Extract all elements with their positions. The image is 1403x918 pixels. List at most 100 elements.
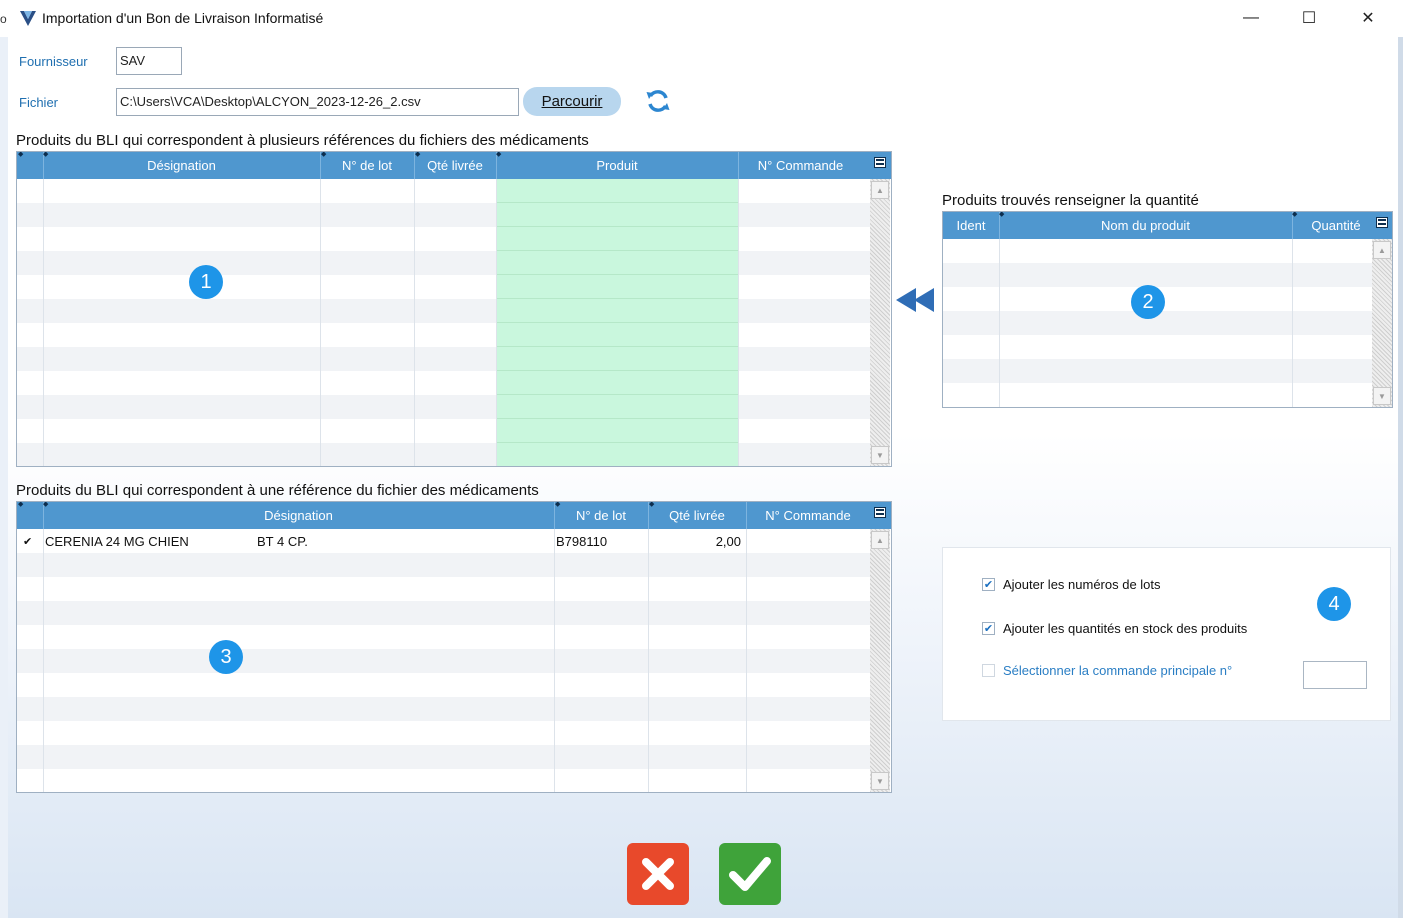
table-row[interactable] <box>17 745 870 769</box>
sort-handle-icon[interactable]: ◆ <box>18 152 24 161</box>
column-divider <box>554 529 555 792</box>
table-row[interactable] <box>17 721 870 745</box>
product-cell[interactable] <box>496 323 738 347</box>
select-main-order-checkbox[interactable] <box>982 664 995 677</box>
table-row[interactable] <box>17 275 870 299</box>
add-stock-quantities-checkbox[interactable]: ✔ <box>982 622 995 635</box>
scroll-down-button[interactable]: ▼ <box>1373 387 1391 405</box>
table-row[interactable] <box>17 649 870 673</box>
table-row[interactable] <box>17 769 870 792</box>
table-row[interactable] <box>17 179 870 203</box>
window-title: Importation d'un Bon de Livraison Inform… <box>42 10 324 26</box>
table-row[interactable] <box>943 239 1372 263</box>
table-row[interactable] <box>17 553 870 577</box>
scroll-up-button[interactable]: ▲ <box>1373 241 1391 259</box>
vertical-scrollbar[interactable]: ▲ ▼ <box>870 529 890 792</box>
column-settings-icon[interactable] <box>1376 217 1388 228</box>
col-header-product-name[interactable]: Nom du produit <box>999 212 1292 239</box>
scroll-down-button[interactable]: ▼ <box>871 772 889 790</box>
validate-button[interactable] <box>719 843 781 905</box>
minimize-button[interactable]: — <box>1228 0 1274 36</box>
table-row[interactable] <box>17 419 870 443</box>
col-header-qty[interactable]: Qté livrée <box>648 502 746 529</box>
scroll-up-button[interactable]: ▲ <box>871 181 889 199</box>
marker-badge-2: 2 <box>1131 285 1165 319</box>
sort-handle-icon[interactable]: ◆ <box>415 152 421 161</box>
add-stock-quantities-label[interactable]: Ajouter les quantités en stock des produ… <box>1003 621 1247 636</box>
column-settings-icon[interactable] <box>874 157 886 168</box>
table-row[interactable] <box>17 323 870 347</box>
vertical-scrollbar[interactable]: ▲ ▼ <box>870 179 890 466</box>
sort-handle-icon[interactable]: ◆ <box>1292 212 1298 221</box>
add-lot-numbers-label[interactable]: Ajouter les numéros de lots <box>1003 577 1161 592</box>
table-row[interactable] <box>17 443 870 466</box>
table-row[interactable] <box>17 251 870 275</box>
sort-handle-icon[interactable]: ◆ <box>321 152 327 161</box>
sort-handle-icon[interactable]: ◆ <box>43 152 49 161</box>
product-cell[interactable] <box>496 395 738 419</box>
sort-handle-icon[interactable]: ◆ <box>496 152 502 161</box>
row-check-icon[interactable]: ✔ <box>23 530 32 554</box>
select-main-order-label[interactable]: Sélectionner la commande principale n° <box>1003 663 1232 678</box>
table-row[interactable] <box>17 697 870 721</box>
file-path-field[interactable]: C:\Users\VCA\Desktop\ALCYON_2023-12-26_2… <box>116 88 519 116</box>
col-header-order[interactable]: N° Commande <box>738 152 863 179</box>
scroll-down-button[interactable]: ▼ <box>871 446 889 464</box>
col-header-ident[interactable]: Ident <box>943 212 999 239</box>
table-row[interactable] <box>17 577 870 601</box>
browse-button[interactable]: Parcourir <box>523 87 621 116</box>
scroll-up-button[interactable]: ▲ <box>871 531 889 549</box>
table-row[interactable] <box>17 371 870 395</box>
product-cell[interactable] <box>496 227 738 251</box>
col-header-order[interactable]: N° Commande <box>746 502 870 529</box>
found-products-title: Produits trouvés renseigner la quantité <box>942 192 1199 209</box>
single-ref-products-grid[interactable]: Désignation N° de lot Qté livrée N° Comm… <box>16 501 892 793</box>
sort-handle-icon[interactable]: ◆ <box>555 502 561 511</box>
close-button[interactable]: ✕ <box>1345 0 1391 36</box>
col-header-qty[interactable]: Qté livrée <box>414 152 496 179</box>
table-row[interactable] <box>17 601 870 625</box>
product-cell[interactable] <box>496 347 738 371</box>
double-left-arrow-icon[interactable] <box>896 287 936 313</box>
main-order-number-input[interactable] <box>1303 661 1367 689</box>
product-cell[interactable] <box>496 299 738 323</box>
cancel-button[interactable] <box>627 843 689 905</box>
product-cell[interactable] <box>496 275 738 299</box>
col-header-lot[interactable]: N° de lot <box>320 152 414 179</box>
multi-ref-products-grid[interactable]: Désignation N° de lot Qté livrée Produit… <box>16 151 892 467</box>
col-header-designation[interactable]: Désignation <box>43 152 320 179</box>
table-row[interactable] <box>943 383 1372 407</box>
supplier-field[interactable]: SAV <box>116 47 182 75</box>
maximize-button[interactable]: ☐ <box>1286 0 1332 36</box>
product-cell[interactable] <box>496 419 738 443</box>
table-row[interactable] <box>17 299 870 323</box>
vertical-scrollbar[interactable]: ▲ ▼ <box>1372 239 1392 407</box>
col-header-quantity[interactable]: Quantité <box>1292 212 1380 239</box>
table-row[interactable] <box>17 395 870 419</box>
column-settings-icon[interactable] <box>874 507 886 518</box>
sort-handle-icon[interactable]: ◆ <box>18 502 24 511</box>
sort-handle-icon[interactable]: ◆ <box>999 212 1005 221</box>
table-row[interactable] <box>943 263 1372 287</box>
product-cell[interactable] <box>496 251 738 275</box>
product-cell[interactable] <box>496 443 738 466</box>
table-row[interactable] <box>17 203 870 227</box>
table-row[interactable] <box>17 625 870 649</box>
found-products-grid[interactable]: Ident Nom du produit Quantité ◆ ◆ ▲ ▼ <box>942 211 1393 408</box>
product-cell[interactable] <box>496 371 738 395</box>
product-cell[interactable] <box>496 179 738 203</box>
table-row[interactable] <box>943 335 1372 359</box>
col-header-lot[interactable]: N° de lot <box>554 502 648 529</box>
table-row[interactable] <box>17 347 870 371</box>
table-row[interactable] <box>943 359 1372 383</box>
col-header-designation[interactable]: Désignation <box>43 502 554 529</box>
product-cell[interactable] <box>496 203 738 227</box>
col-header-product[interactable]: Produit <box>496 152 738 179</box>
sort-handle-icon[interactable]: ◆ <box>649 502 655 511</box>
marker-badge-1: 1 <box>189 265 223 299</box>
table-row[interactable] <box>17 227 870 251</box>
sort-handle-icon[interactable]: ◆ <box>43 502 49 511</box>
add-lot-numbers-checkbox[interactable]: ✔ <box>982 578 995 591</box>
refresh-icon[interactable] <box>645 88 671 114</box>
table-row[interactable] <box>17 673 870 697</box>
